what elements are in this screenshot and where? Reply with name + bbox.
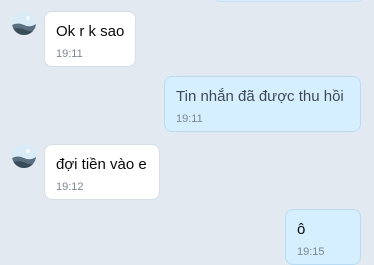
previous-message-bubble-edge [215,0,362,2]
message-text: ô [297,221,306,238]
message-bubble-incoming[interactable]: đợi tiền vào e 19:12 [44,144,160,200]
avatar-image [12,11,36,35]
message-time: 19:11 [56,48,83,60]
message-text: đợi tiền vào e [56,156,147,173]
avatar-image [12,144,36,168]
recalled-message-text: Tin nhắn đã được thu hồi [176,88,344,105]
message-time: 19:11 [176,113,203,125]
message-text: Ok r k sao [56,23,125,40]
contact-avatar-icon[interactable] [12,11,36,35]
message-time: 19:12 [56,181,84,193]
message-bubble-outgoing[interactable]: Tin nhắn đã được thu hồi 19:11 [164,76,361,132]
message-bubble-incoming[interactable]: Ok r k sao 19:11 [44,11,136,67]
contact-avatar-icon[interactable] [12,144,36,168]
message-time: 19:15 [297,246,325,258]
